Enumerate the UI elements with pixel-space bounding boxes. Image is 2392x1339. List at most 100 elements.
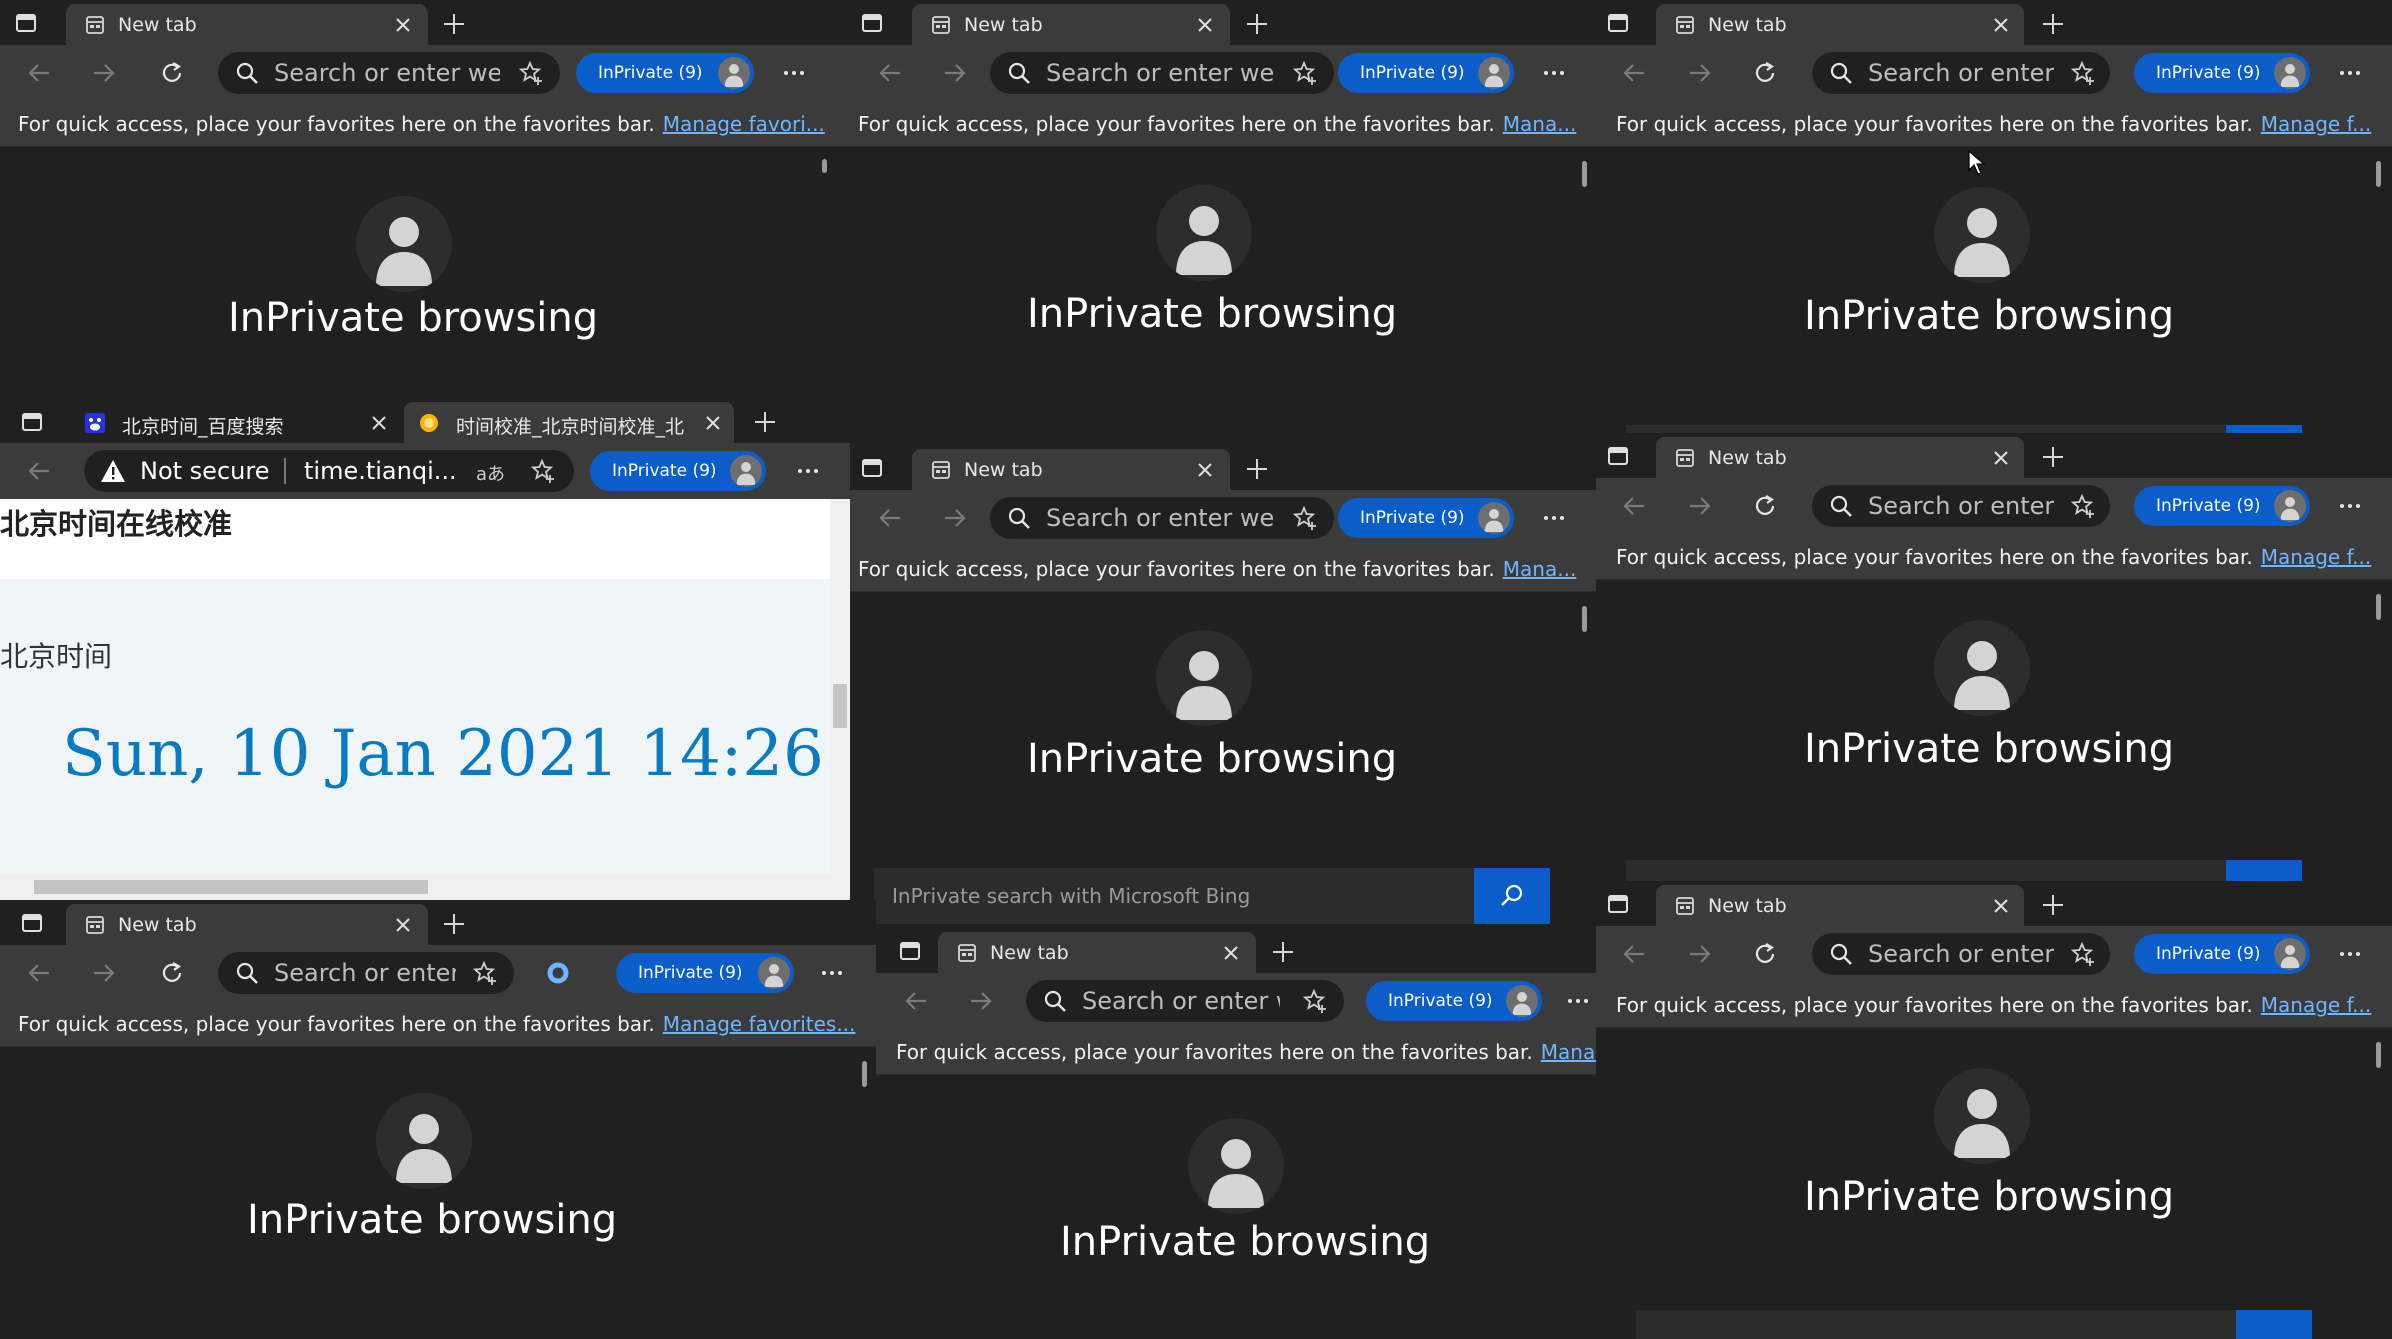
close-icon[interactable] [1992,16,2010,34]
address-bar[interactable]: Search or enter web address [990,52,1334,94]
tab-actions-icon[interactable] [1606,892,1630,916]
inprivate-button[interactable]: InPrivate (9) [1338,498,1514,538]
back-icon[interactable] [1620,940,1648,968]
new-tab-plus-icon[interactable] [2036,888,2070,922]
tab-actions-icon[interactable] [860,456,884,480]
manage-favorites-link[interactable]: Manage favorites... [663,1012,856,1036]
more-menu-icon[interactable] [2336,59,2364,87]
manage-favorites-link[interactable]: Mana... [1503,557,1577,581]
new-tab-plus-icon[interactable] [2036,7,2070,41]
reload-icon[interactable] [1751,59,1779,87]
manage-favorites-link[interactable]: Manage f... [2261,545,2371,569]
inprivate-button[interactable]: InPrivate (9) [616,953,794,993]
add-favorite-icon[interactable] [2070,941,2098,969]
tab-actions-icon[interactable] [898,939,922,963]
add-favorite-icon[interactable] [2070,60,2098,88]
back-icon[interactable] [25,959,53,987]
new-tab-plus-icon[interactable] [2036,440,2070,474]
new-tab-plus-icon[interactable] [1240,7,1274,41]
address-bar[interactable]: Not secure time.tianqi... aあ [84,450,574,492]
back-icon[interactable] [876,59,904,87]
more-menu-icon[interactable] [794,457,822,485]
close-icon[interactable] [1196,461,1214,479]
scrollbar[interactable] [862,1061,867,1087]
vertical-scroll-thumb[interactable] [833,684,847,728]
tab-new-tab[interactable]: New tab [912,449,1230,490]
close-icon[interactable] [394,16,412,34]
vertical-scrollbar[interactable] [830,499,850,874]
address-bar[interactable]: Search or enter web address [990,497,1334,539]
close-icon[interactable] [704,414,722,432]
tab-baidu[interactable]: 北京时间_百度搜索 [70,402,400,443]
tab-new-tab[interactable]: New tab [1656,885,2024,926]
horizontal-scroll-thumb[interactable] [34,880,428,894]
more-menu-icon[interactable] [818,959,846,987]
address-bar[interactable]: Search or enter web address [1812,485,2110,527]
more-menu-icon[interactable] [1564,987,1592,1015]
close-icon[interactable] [1196,16,1214,34]
back-icon[interactable] [1620,59,1648,87]
scrollbar[interactable] [1582,606,1587,632]
tab-actions-icon[interactable] [20,911,44,935]
new-tab-plus-icon[interactable] [1266,935,1300,969]
back-icon[interactable] [1620,492,1648,520]
manage-favorites-link[interactable]: Manage f... [2261,112,2371,136]
tab-new-tab[interactable]: New tab [66,4,428,45]
inprivate-button[interactable]: InPrivate (9) [2134,53,2310,93]
close-icon[interactable] [394,916,412,934]
manage-favorites-link[interactable]: Mana... [1541,1040,1596,1064]
add-favorite-icon[interactable] [518,60,546,88]
address-bar[interactable]: Search or enter web address [218,952,514,994]
bing-search-box[interactable] [1626,860,2302,881]
reload-icon[interactable] [1751,492,1779,520]
manage-favorites-link[interactable]: Mana... [1503,112,1577,136]
address-bar[interactable]: Search or enter web address [1026,980,1344,1022]
bing-search-button[interactable] [2236,1310,2312,1339]
tab-actions-icon[interactable] [1606,11,1630,35]
add-favorite-icon[interactable] [530,458,558,486]
tab-actions-icon[interactable] [1606,444,1630,468]
more-menu-icon[interactable] [1540,59,1568,87]
back-icon[interactable] [902,987,930,1015]
forward-icon[interactable] [1686,492,1714,520]
scrollbar[interactable] [2376,594,2381,620]
bing-search-box[interactable]: InPrivate search with Microsoft Bing [874,868,1550,924]
address-bar[interactable]: Search or enter web address [218,52,560,94]
address-bar[interactable]: Search or enter web address [1812,933,2110,975]
tab-new-tab[interactable]: New tab [66,904,428,945]
inprivate-button[interactable]: InPrivate (9) [2134,934,2310,974]
tab-new-tab[interactable]: New tab [1656,437,2024,478]
bing-search-button[interactable] [1474,868,1550,924]
forward-icon[interactable] [967,987,995,1015]
tab-time-calibration[interactable]: 时间校准_北京时间校准_北 [404,402,734,443]
forward-icon[interactable] [941,504,969,532]
back-icon[interactable] [25,457,53,485]
forward-icon[interactable] [90,59,118,87]
add-favorite-icon[interactable] [1292,60,1320,88]
close-icon[interactable] [1222,944,1240,962]
scrollbar[interactable] [1582,161,1587,187]
add-favorite-icon[interactable] [472,960,500,988]
reload-icon[interactable] [158,959,186,987]
more-menu-icon[interactable] [2336,940,2364,968]
read-aloud-icon[interactable]: aあ [476,460,505,486]
scrollbar[interactable] [822,159,827,173]
forward-icon[interactable] [941,59,969,87]
scrollbar[interactable] [2376,161,2381,187]
reload-icon[interactable] [158,59,186,87]
new-tab-plus-icon[interactable] [1240,452,1274,486]
extension-icon[interactable] [544,959,572,987]
horizontal-scrollbar[interactable] [0,874,850,900]
bing-search-button[interactable] [2226,860,2302,881]
forward-icon[interactable] [1686,59,1714,87]
back-icon[interactable] [25,59,53,87]
tab-new-tab[interactable]: New tab [1656,4,2024,45]
inprivate-button[interactable]: InPrivate (9) [1366,981,1542,1021]
tab-actions-icon[interactable] [860,11,884,35]
close-icon[interactable] [1992,897,2010,915]
bing-search-box[interactable] [1636,1310,2312,1339]
inprivate-button[interactable]: InPrivate (9) [1338,53,1514,93]
tab-actions-icon[interactable] [20,410,44,434]
tab-actions-icon[interactable] [14,11,38,35]
tab-new-tab[interactable]: New tab [938,932,1256,973]
